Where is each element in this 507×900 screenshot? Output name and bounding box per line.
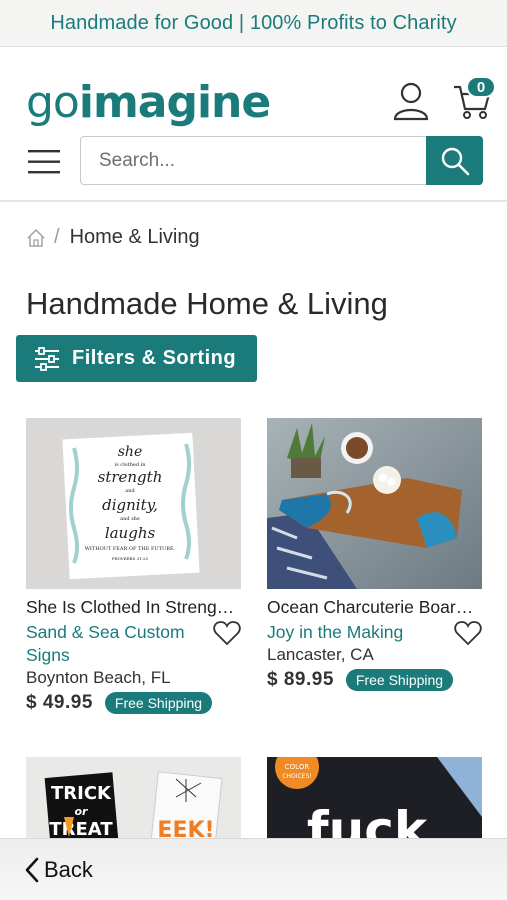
svg-text:or: or xyxy=(75,805,89,818)
product-title[interactable]: She Is Clothed In Strength Dignity… xyxy=(26,597,236,618)
search-button[interactable] xyxy=(426,136,483,185)
breadcrumb: / Home & Living xyxy=(26,226,200,249)
svg-text:TRICK: TRICK xyxy=(51,783,112,804)
svg-text:CHOICES!: CHOICES! xyxy=(282,773,311,780)
home-icon[interactable] xyxy=(26,228,46,248)
announcement-text: Handmade for Good | 100% Profits to Char… xyxy=(50,11,457,34)
free-shipping-badge: Free Shipping xyxy=(345,669,454,691)
filters-sorting-button[interactable]: Filters & Sorting xyxy=(16,335,257,382)
search-icon xyxy=(441,147,469,175)
svg-text:and: and xyxy=(125,488,135,494)
sliders-icon xyxy=(35,346,59,371)
product-price: $ 49.95 xyxy=(26,692,93,713)
back-button[interactable]: Back xyxy=(0,838,507,900)
product-location: Lancaster, CA xyxy=(267,645,374,664)
announcement-bar: Handmade for Good | 100% Profits to Char… xyxy=(0,0,507,47)
page-title: Handmade Home & Living xyxy=(26,286,388,321)
favorite-heart-icon[interactable] xyxy=(454,620,482,646)
svg-text:COLOR: COLOR xyxy=(285,763,310,771)
product-card[interactable]: Ocean Charcuterie Board… Joy in the Maki… xyxy=(267,418,482,691)
site-header: goimagine 0 xyxy=(0,47,507,202)
breadcrumb-current: Home & Living xyxy=(69,226,200,248)
product-image[interactable] xyxy=(267,418,482,589)
svg-text:she: she xyxy=(118,444,143,460)
hamburger-menu-icon[interactable] xyxy=(28,149,60,175)
shop-name-link[interactable]: Joy in the Making xyxy=(267,621,447,644)
breadcrumb-separator: / xyxy=(54,226,60,248)
svg-text:laughs: laughs xyxy=(105,524,156,542)
free-shipping-badge: Free Shipping xyxy=(104,692,213,714)
goimagine-logo[interactable]: goimagine xyxy=(26,77,271,128)
svg-text:WITHOUT FEAR OF THE FUTURE.: WITHOUT FEAR OF THE FUTURE. xyxy=(85,546,176,552)
search-input[interactable] xyxy=(80,136,427,185)
shop-name-link[interactable]: Sand & Sea Custom Signs xyxy=(26,621,206,667)
cart-count-badge: 0 xyxy=(466,76,496,98)
back-label: Back xyxy=(44,856,93,882)
svg-text:PROVERBS 31:25: PROVERBS 31:25 xyxy=(112,556,149,561)
favorite-heart-icon[interactable] xyxy=(213,620,241,646)
product-price: $ 89.95 xyxy=(267,669,334,690)
product-title[interactable]: Ocean Charcuterie Board… xyxy=(267,597,477,618)
svg-text:strength: strength xyxy=(98,468,163,486)
product-card[interactable]: she is clothed in strength and dignity, … xyxy=(26,418,241,714)
filters-label: Filters & Sorting xyxy=(72,347,237,369)
product-location: Boynton Beach, FL xyxy=(26,668,171,687)
product-image[interactable]: she is clothed in strength and dignity, … xyxy=(26,418,241,589)
chevron-left-icon xyxy=(25,857,39,882)
svg-text:dignity,: dignity, xyxy=(102,496,158,514)
account-icon[interactable] xyxy=(392,81,430,121)
svg-text:and she: and she xyxy=(120,516,140,522)
svg-text:TREAT: TREAT xyxy=(49,819,113,840)
